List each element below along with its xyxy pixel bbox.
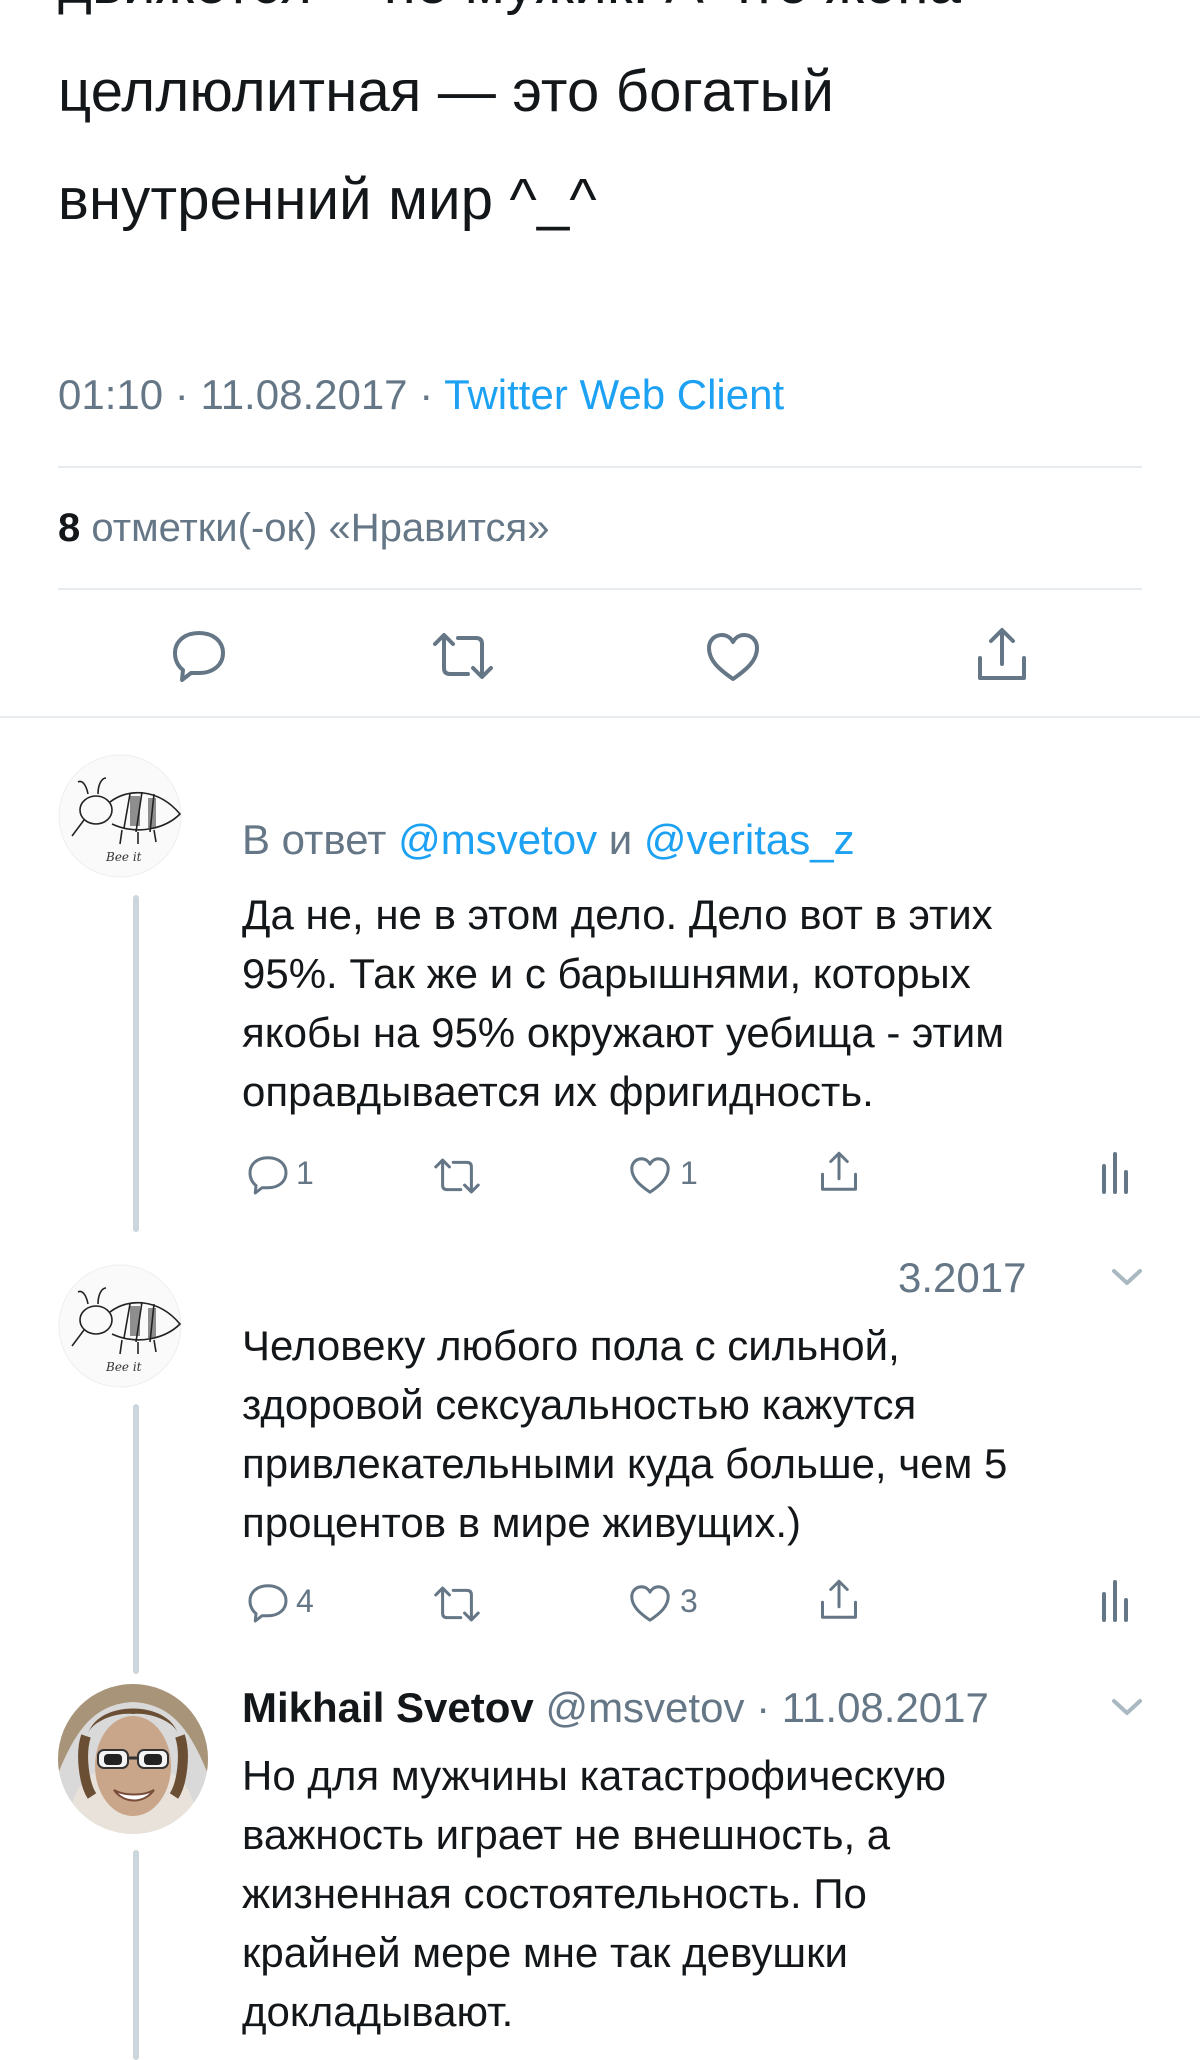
reply-text-line: важность играет не внешность, а [242,1811,891,1858]
chevron-down-icon [1112,1699,1142,1715]
reply-text-line: докладывают. [242,1988,514,2035]
reply-text-line: привлекательными куда больше, чем 5 [242,1440,1008,1487]
thread-line [133,1404,139,1674]
mention-link[interactable]: @msvetov [398,816,597,863]
tweet-date: 11.08.2017 [200,371,408,418]
mention-link[interactable]: @veritas_z [644,816,855,863]
thread-line [133,1850,139,2060]
divider [58,466,1142,468]
main-tweet-line: внутренний мир ^_^ [58,167,597,232]
likes-count: 8 [58,506,81,550]
user-name[interactable]: Mikhail Svetov [242,1684,534,1731]
reply-text: Человеку любого пола с сильной, здоровой… [242,1316,1142,1552]
tweet-date[interactable]: 11.08.2017 [782,1684,989,1731]
tweet-source-link[interactable]: Twitter Web Client [444,371,784,418]
reply-joiner: и [608,816,633,863]
reply-count: 4 [296,1583,314,1619]
reply-text-line: процентов в мире живущих.) [242,1499,802,1546]
tweet-header: Mikhail Svetov @msvetov · 11.08.2017 [242,1684,989,1732]
caret-menu[interactable] [1110,1696,1144,1723]
like-icon[interactable] [628,1155,672,1196]
reply-text: Но для мужчины катастрофическую важность… [242,1746,1142,2041]
reply-text-line: 95%. Так же и с барышнями, которых [242,950,971,997]
avatar[interactable] [58,1684,208,1834]
tweet-meta: 01:10 · 11.08.2017 · Twitter Web Client [58,371,784,419]
user-handle[interactable]: @msvetov [545,1684,744,1731]
reply-icon[interactable] [170,628,228,684]
share-icon[interactable] [818,1578,860,1622]
tweet-time: 01:10 [58,371,164,418]
avatar-caption: Bee it [106,850,142,864]
main-tweet-line: движется -- не мужик. А что жопа [58,0,1158,38]
thread-line [133,895,139,1232]
main-tweet-line: целлюлитная — это богатый [58,59,835,124]
likes-label: отметки(-ок) «Нравится» [91,506,550,550]
tweet-date: 3.2017 [898,1254,1027,1301]
share-icon[interactable] [974,626,1030,684]
reply-text-line: крайней мере мне так девушки [242,1929,848,1976]
reply-text-line: жизненная состоятельность. По [242,1870,867,1917]
meta-separator: · [419,371,434,418]
reply-prefix: В ответ [242,816,387,863]
user-photo-icon [58,1684,208,1834]
reply-text-line: Но для мужчины катастрофическую [242,1752,947,1799]
reply-text: Да не, не в этом дело. Дело вот в этих 9… [242,885,1142,1121]
retweet-icon[interactable] [430,630,496,682]
like-count: 1 [680,1155,698,1191]
reply-text-line: оправдывается их фригидность. [242,1068,874,1115]
meta-separator: · [756,1684,771,1731]
avatar-caption: Bee it [106,1360,142,1374]
reply-count: 1 [296,1155,314,1191]
reply-text-line: Человеку любого пола с сильной, [242,1322,900,1369]
meta-separator: · [174,371,189,418]
reply-icon[interactable] [246,1582,290,1624]
avatar[interactable]: Bee it [58,754,182,878]
reply-icon[interactable] [246,1154,290,1196]
like-icon[interactable] [628,1583,672,1624]
avatar[interactable]: Bee it [58,1264,182,1388]
divider [58,588,1142,590]
divider [0,716,1200,718]
reply-to-line: В ответ @msvetov и @veritas_z [242,816,855,864]
reply-text-line: Да не, не в этом дело. Дело вот в этих [242,891,993,938]
analytics-icon[interactable] [1100,1578,1130,1622]
reply-text-line: якобы на 95% окружают уебища - этим [242,1009,1005,1056]
caret-menu[interactable] [1110,1266,1144,1293]
share-icon[interactable] [818,1150,860,1194]
reply-text-line: здоровой сексуальностью кажутся [242,1381,917,1428]
retweet-icon[interactable] [432,1156,482,1196]
like-icon[interactable] [704,630,762,684]
analytics-icon[interactable] [1100,1150,1130,1194]
retweet-icon[interactable] [432,1584,482,1624]
main-tweet-text: движется -- не мужик. А что жопа целлюли… [58,0,1158,254]
likes-summary[interactable]: 8 отметки(-ок) «Нравится» [58,506,549,551]
chevron-down-icon [1112,1269,1142,1285]
like-count: 3 [680,1583,698,1619]
